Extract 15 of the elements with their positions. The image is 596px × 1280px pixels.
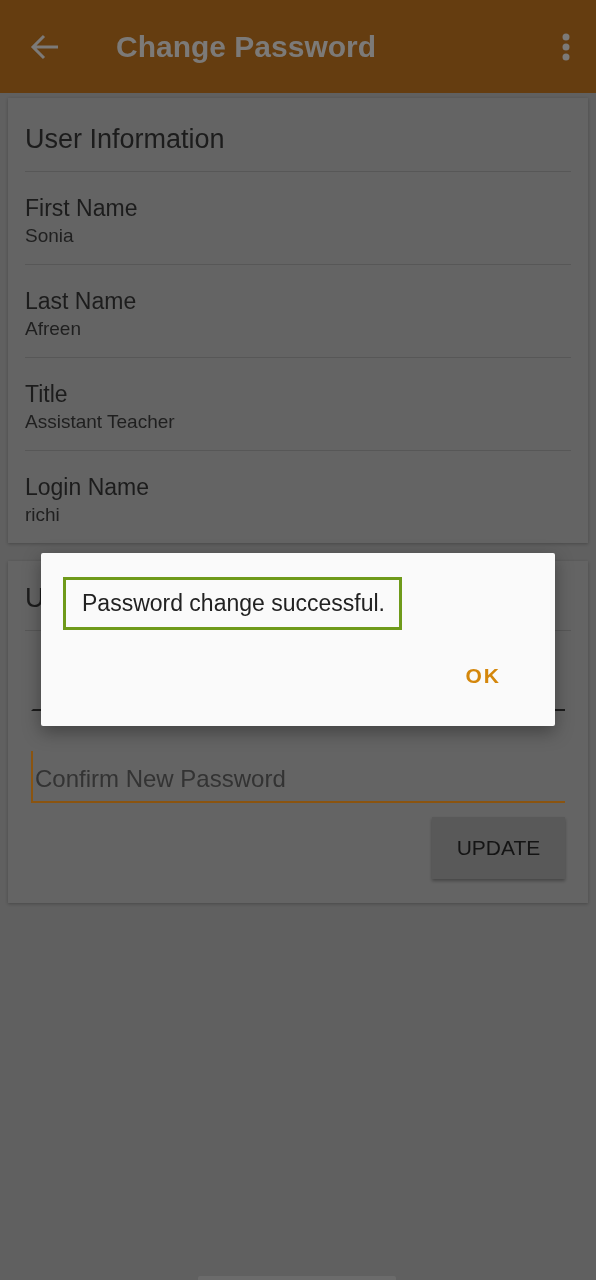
field-label: Title: [25, 380, 69, 409]
field-value: Assistant Teacher: [25, 410, 176, 434]
more-options-icon[interactable]: [562, 32, 570, 61]
field-value: richi: [25, 503, 61, 527]
card-title: User Information: [25, 124, 225, 154]
ok-button[interactable]: OK: [453, 658, 513, 694]
field-value: Sonia: [25, 224, 75, 248]
field-label: First Name: [25, 194, 139, 223]
update-button[interactable]: UPDATE: [432, 817, 565, 879]
back-arrow-icon[interactable]: [30, 33, 60, 60]
screen-title: Change Password: [116, 29, 378, 64]
dialog-message: Password change successful.: [63, 577, 402, 630]
field-label: Login Name: [25, 473, 151, 502]
field-label: Last Name: [25, 287, 138, 316]
field-value: Afreen: [25, 317, 82, 341]
